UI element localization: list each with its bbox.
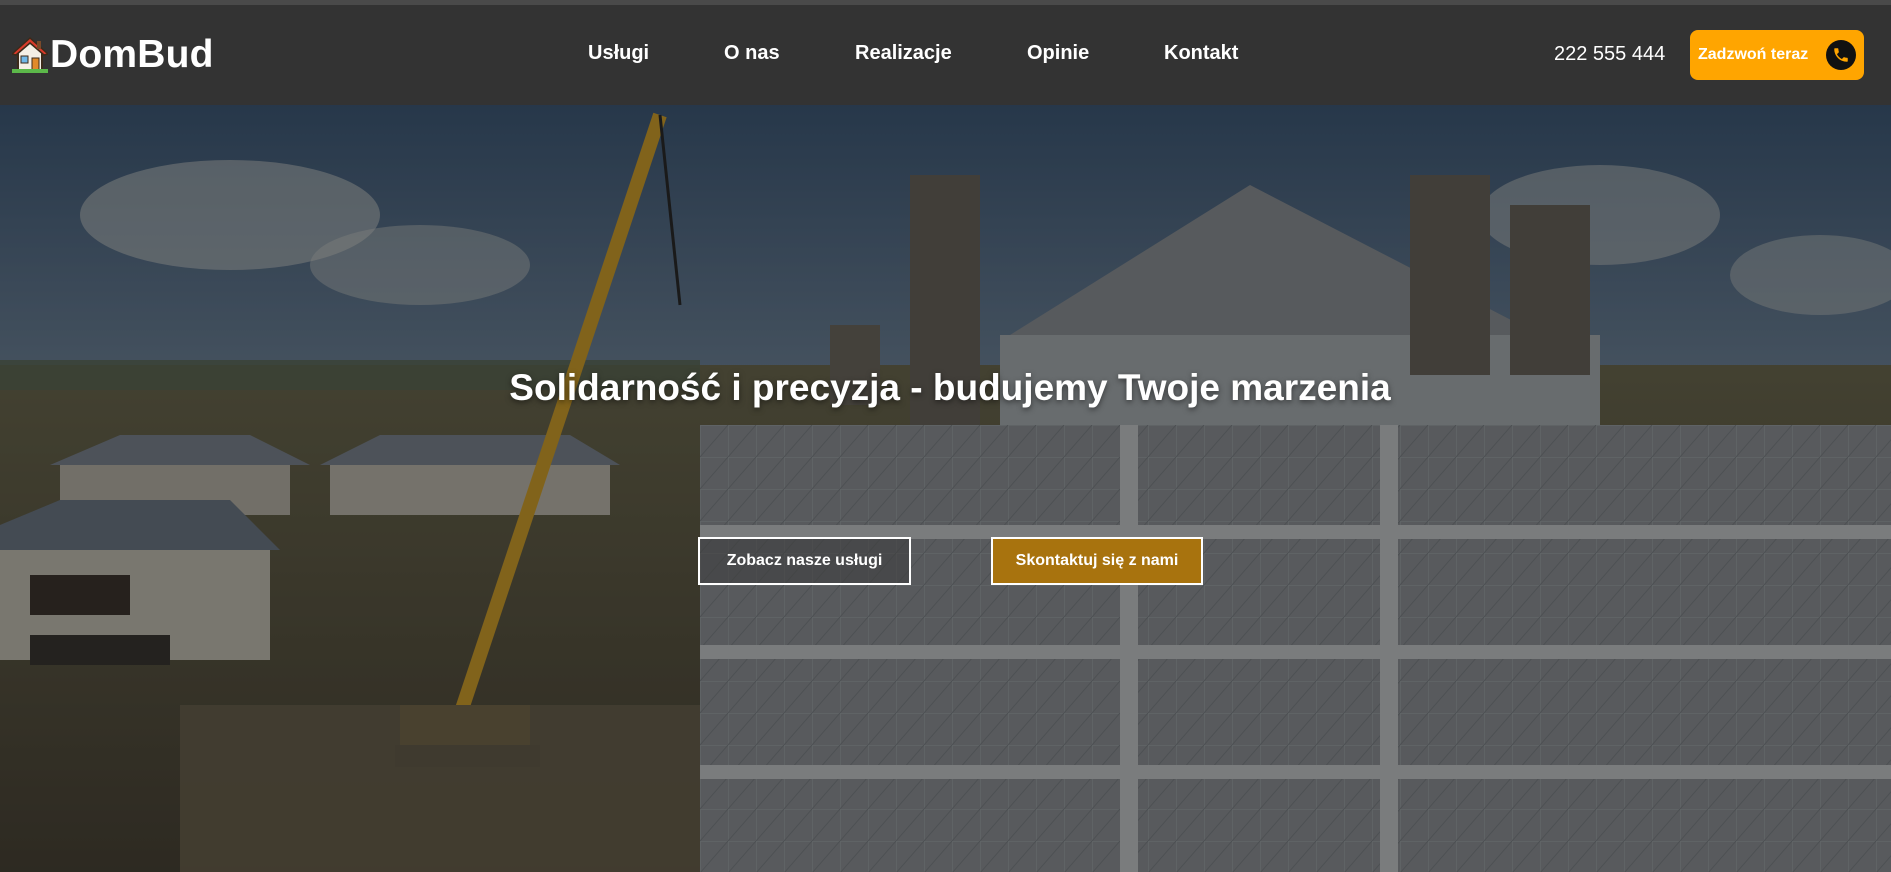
navbar: DomBud Usługi O nas Realizacje Opinie Ko… — [0, 5, 1891, 105]
hero-title: Solidarność i precyzja - budujemy Twoje … — [509, 367, 1391, 408]
nav-item-kontakt[interactable]: Kontakt — [1164, 42, 1238, 65]
view-services-button[interactable]: Zobacz nasze usługi — [698, 537, 911, 585]
call-now-label: Zadzwoń teraz — [1698, 46, 1809, 63]
phone-number: 222 555 444 — [1554, 43, 1666, 65]
nav-item-o-nas[interactable]: O nas — [724, 42, 780, 65]
hero-section: Solidarność i precyzja - budujemy Twoje … — [0, 105, 1891, 872]
call-now-button[interactable]: Zadzwoń teraz — [1690, 30, 1864, 80]
contact-us-button[interactable]: Skontaktuj się z nami — [991, 537, 1203, 585]
nav-item-opinie[interactable]: Opinie — [1027, 42, 1089, 65]
phone-icon — [1826, 40, 1856, 70]
hero-dark-overlay — [0, 105, 1891, 872]
nav-item-realizacje[interactable]: Realizacje — [855, 42, 952, 65]
nav-item-uslugi[interactable]: Usługi — [588, 42, 649, 65]
